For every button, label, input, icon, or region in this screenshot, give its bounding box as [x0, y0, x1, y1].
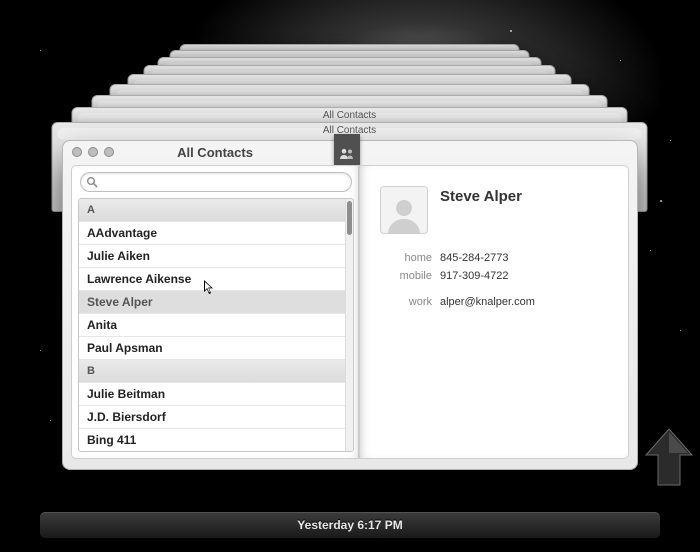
field-value[interactable]: 917-309-4722: [440, 270, 509, 282]
arrow-up-icon: [644, 427, 694, 497]
titlebar: All Contacts: [62, 140, 350, 164]
field-label: mobile: [380, 270, 432, 282]
search-input[interactable]: [101, 173, 345, 191]
contact-row[interactable]: Anita: [79, 314, 346, 337]
avatar[interactable]: [380, 186, 428, 234]
contact-name: Steve Alper: [440, 188, 522, 205]
search-field[interactable]: [80, 172, 352, 192]
field-value[interactable]: 845-284-2773: [440, 252, 509, 264]
desktop: All Contacts All Contacts All Contacts: [0, 0, 700, 552]
window-title: All Contacts: [80, 145, 350, 160]
scroll-thumb[interactable]: [347, 201, 352, 235]
contact-row[interactable]: J.D. Biersdorf: [79, 406, 346, 429]
timeline-label: Yesterday 6:17 PM: [297, 518, 402, 532]
time-machine-stack: All Contacts All Contacts: [350, 0, 351, 1]
cursor-icon: [204, 280, 216, 301]
search-icon: [86, 176, 98, 188]
contact-card-page: Steve Alper home 845-284-2773 mobile 917-30…: [360, 166, 628, 458]
timeline-bar[interactable]: Yesterday 6:17 PM: [40, 512, 660, 538]
contact-row[interactable]: Julie Aiken: [79, 245, 346, 268]
field-label: work: [380, 296, 432, 308]
contact-row[interactable]: Julie Beitman: [79, 383, 346, 406]
section-header: B: [79, 360, 346, 383]
forward-arrow-button[interactable]: [644, 427, 694, 502]
scrollbar[interactable]: [345, 199, 353, 451]
section-header: A: [79, 199, 346, 222]
contact-row[interactable]: Paul Apsman: [79, 337, 346, 360]
field-label: home: [380, 252, 432, 264]
contacts-window: All Contacts AAAdvantageJulie AikenLawre…: [62, 140, 638, 470]
field-value[interactable]: alper@knalper.com: [440, 296, 535, 308]
contacts-list-page: AAAdvantageJulie AikenLawrence AikenseSt…: [72, 166, 360, 458]
contact-row[interactable]: AAdvantage: [79, 222, 346, 245]
person-icon: [384, 193, 424, 233]
contact-row[interactable]: Bing 411: [79, 429, 346, 451]
contacts-list: AAAdvantageJulie AikenLawrence AikenseSt…: [78, 198, 354, 452]
